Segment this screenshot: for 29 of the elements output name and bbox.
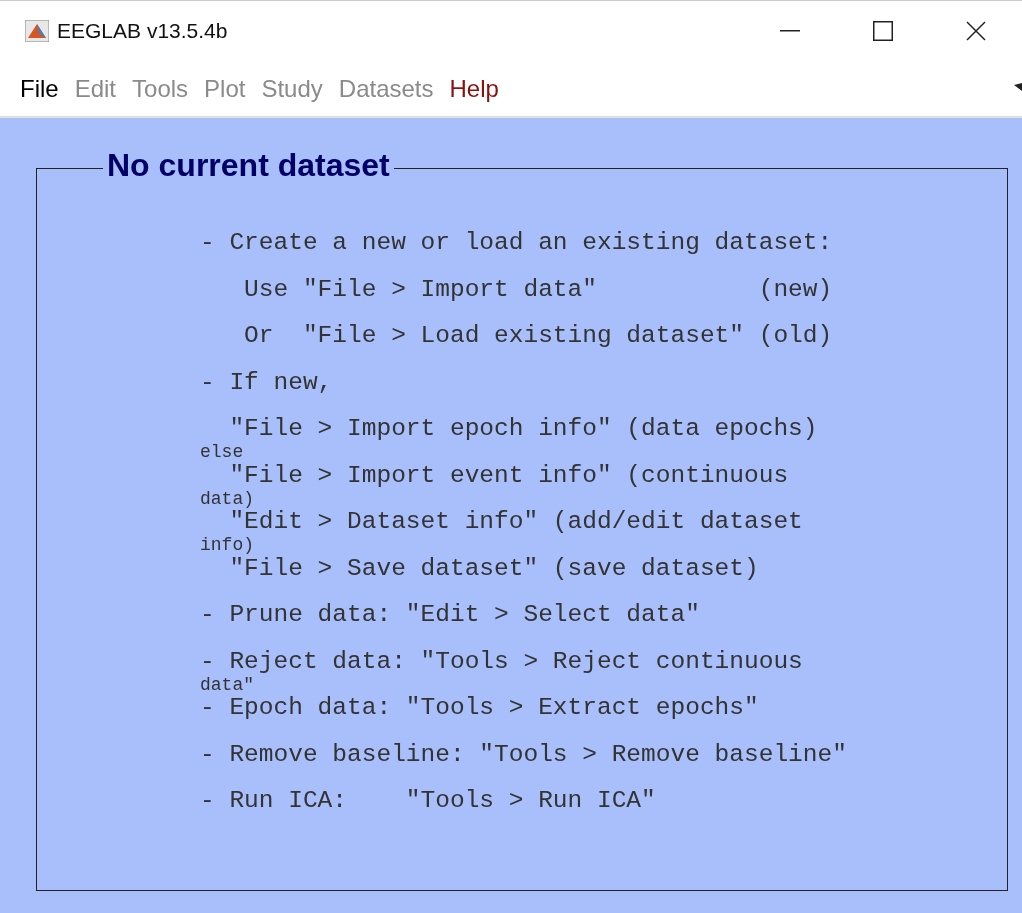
menu-item[interactable]: Datasets — [338, 74, 434, 103]
maximize-icon[interactable] — [872, 21, 893, 41]
instruction-line: Or "File > Load existing dataset" (old) — [243, 322, 833, 350]
instruction-line: "File > Import event info" (continuous — [228, 461, 789, 490]
instruction-line: "File > Save dataset" (save dataset) — [228, 554, 759, 583]
wrapped-text: else — [200, 443, 245, 461]
instruction-line: "File > Import epoch info" (data epochs) — [228, 415, 818, 443]
instruction-line: - Epoch data: "Tools > Extract epochs" — [200, 694, 759, 722]
app-logo-icon — [25, 20, 49, 42]
menu-item[interactable]: File — [20, 74, 59, 103]
wrapped-text: data) — [200, 489, 255, 508]
close-icon[interactable] — [965, 21, 986, 41]
instruction-line: - Remove baseline: "Tools > Remove baseline" — [200, 740, 847, 769]
instruction-line: Use "File > Import data" (new) — [243, 275, 833, 304]
menu-item[interactable]: Tools — [132, 74, 189, 103]
menu-item[interactable]: Plot — [204, 74, 246, 103]
instruction-line: - Reject data: "Tools > Reject continuous — [200, 647, 803, 676]
wrapped-text: data" — [200, 675, 255, 694]
instruction-line: - Create a new or load an existing dataset: — [200, 229, 833, 257]
instruction-line: "Edit > Dataset info" (add/edit dataset — [228, 508, 803, 536]
menu-item[interactable]: Edit — [74, 74, 117, 103]
instruction-line: - Prune data: "Edit > Select data" — [200, 601, 700, 629]
instruction-line: - Run ICA: "Tools > Run ICA" — [200, 787, 656, 815]
window-title: EEGLAB v13.5.4b — [57, 19, 229, 43]
menu-item[interactable]: Help — [449, 74, 499, 103]
wrapped-text: info) — [200, 536, 255, 554]
minimize-icon[interactable] — [779, 30, 800, 32]
instruction-line: - If new, — [200, 368, 333, 397]
menu-item[interactable]: Study — [261, 74, 323, 103]
